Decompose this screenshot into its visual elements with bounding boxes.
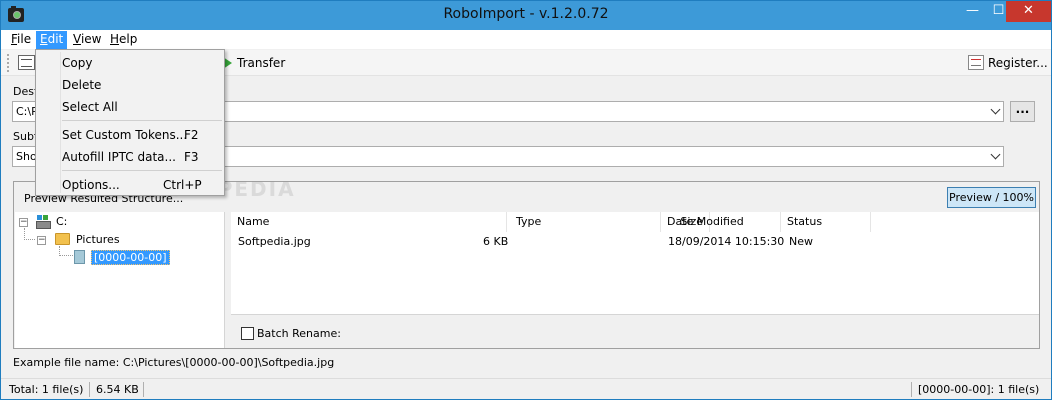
column-type[interactable]: Type [510,212,661,232]
expand-toggle[interactable]: − [19,218,28,227]
menu-help-accel: H [110,32,120,46]
menu-bar: File Edit View Help [1,30,1051,49]
menu-item-options[interactable]: Options... Ctrl+P [36,174,224,196]
menu-item-autofill-iptc[interactable]: Autofill IPTC data... F3 [36,146,224,168]
menu-help[interactable]: Help [106,31,141,49]
menu-item-label: Select All [62,100,118,114]
menu-view-accel: V [73,32,81,46]
minimize-button[interactable]: — [959,1,986,22]
batch-rename-bar: Batch Rename: [231,314,1039,348]
file-size-cell: 6 KB [483,235,509,248]
menu-item-shortcut: Ctrl+P [163,178,202,192]
menu-edit[interactable]: Edit [36,31,68,49]
chevron-down-icon [990,149,1001,160]
edit-menu-dropdown: Copy Delete Select All Set Custom Tokens… [35,49,225,196]
tree-line [24,228,35,240]
menu-file[interactable]: File [7,31,35,49]
status-divider [143,382,144,397]
menu-separator [62,170,222,171]
file-name-cell[interactable]: Softpedia.jpg [238,235,311,248]
menu-item-label: Set Custom Tokens... [62,128,188,142]
menu-item-label: Autofill IPTC data... [62,150,176,164]
browse-button[interactable]: ... [1010,101,1035,122]
close-button[interactable]: ✕ [1006,1,1051,22]
register-icon[interactable] [968,55,984,70]
menu-item-label: Copy [62,56,93,70]
expand-toggle[interactable]: − [37,236,46,245]
menu-item-label: Delete [62,78,102,92]
menu-edit-accel: E [40,32,48,46]
status-size: 6.54 KB [96,383,139,396]
batch-rename-checkbox[interactable] [241,327,254,340]
menu-item-set-custom-tokens[interactable]: Set Custom Tokens... F2 [36,124,224,146]
file-list: Name Size Type Date Modified Status Soft… [231,212,1039,314]
folder-tree: − C: − Pictures [0000-00-00] [15,212,225,348]
title-bar: RoboImport - v.1.2.0.72 — ☐ ✕ [1,1,1051,30]
status-divider [89,382,90,397]
preview-panel: Preview Resulted Structure... Preview / … [13,181,1040,349]
window-title: RoboImport - v.1.2.0.72 [443,6,609,22]
column-date-modified[interactable]: Date Modified [661,212,781,232]
column-status[interactable]: Status [781,212,871,232]
menu-item-shortcut: F2 [184,128,199,142]
menu-separator [62,120,222,121]
list-icon[interactable] [18,55,35,70]
folder-icon [55,233,70,245]
menu-help-label: elp [119,32,138,46]
folder-icon [74,250,85,264]
drive-icon [35,215,51,229]
menu-item-label: Options... [62,178,120,192]
menu-view[interactable]: View [69,31,105,49]
register-button[interactable]: Register... [988,56,1048,70]
menu-item-shortcut: F3 [184,150,199,164]
menu-item-delete[interactable]: Delete [36,74,224,96]
column-name[interactable]: Name [231,212,507,232]
status-divider [911,382,912,397]
transfer-button[interactable]: Transfer [237,56,285,70]
app-window: RoboImport - v.1.2.0.72 — ☐ ✕ File Edit … [0,0,1052,400]
tree-node-pictures[interactable]: Pictures [76,233,120,246]
status-total: Total: 1 file(s) [9,383,84,396]
tree-node-selected[interactable]: [0000-00-00] [91,250,170,265]
toolbar-grip[interactable] [7,54,10,72]
file-date-cell: 18/09/2014 10:15:30 [668,235,785,248]
menu-view-label: iew [80,32,102,46]
menu-file-label: ile [17,32,32,46]
status-selection: [0000-00-00]: 1 file(s) [918,383,1040,396]
file-status-cell: New [789,235,813,248]
menu-edit-label: dit [47,32,64,46]
status-bar: Total: 1 file(s) 6.54 KB [0000-00-00]: 1… [1,378,1051,399]
batch-rename-label: Batch Rename: [257,327,341,340]
subfolder-value: Sho [16,150,37,163]
chevron-down-icon [990,104,1001,115]
menu-item-copy[interactable]: Copy [36,52,224,74]
tree-line [59,246,73,256]
tree-node-drive[interactable]: C: [56,215,67,228]
menu-item-select-all[interactable]: Select All [36,96,224,118]
preview-zoom-button[interactable]: Preview / 100% [947,187,1036,208]
example-file-name: Example file name: C:\Pictures\[0000-00-… [13,356,335,369]
